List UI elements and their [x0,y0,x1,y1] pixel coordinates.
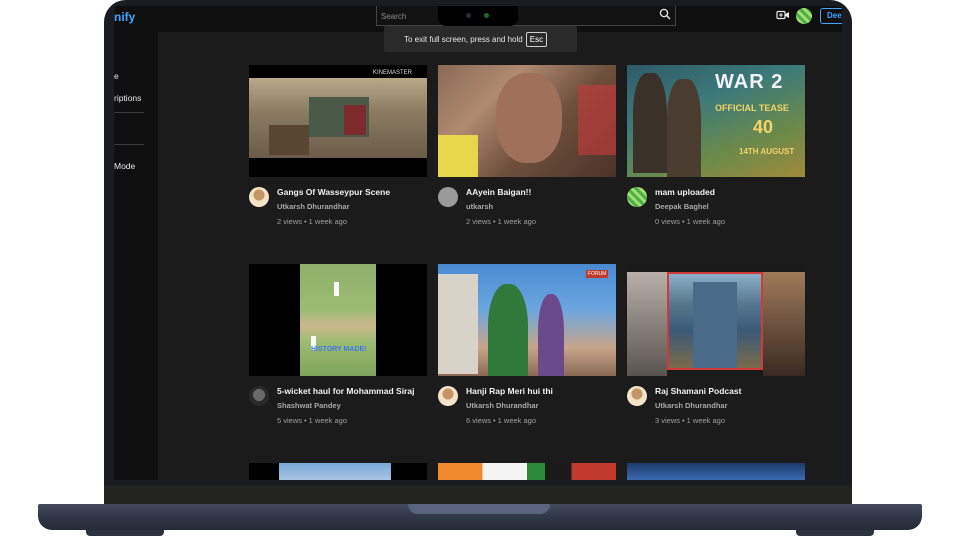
thumbnail-watermark: KINEMASTER [373,70,413,76]
sign-in-button[interactable]: Dee [820,8,842,24]
view-count: 2 views [466,217,492,226]
view-count: 3 views [655,416,681,425]
channel-name[interactable]: utkarsh [466,202,493,211]
upload-age: 1 week ago [497,217,537,226]
view-count: 6 views [466,416,492,425]
channel-avatar[interactable] [249,187,269,207]
thumbnail-logo: FORUM [586,270,609,278]
video-meta: 0 views • 1 week ago [655,217,726,226]
channel-avatar[interactable] [627,386,647,406]
camera-notch [438,6,518,26]
search-bar[interactable] [376,6,676,26]
laptop-foot [86,530,164,536]
sidebar-divider [114,144,144,145]
video-thumbnail[interactable]: WAR 2 OFFICIAL TEASE 40 14TH AUGUST [627,65,805,177]
channel-name[interactable]: Utkarsh Dhurandhar [466,401,539,410]
view-count: 5 views [277,416,303,425]
video-meta: 3 views • 1 week ago [655,416,726,425]
app-logo[interactable]: nify [114,10,135,24]
upload-age: 1 week ago [308,416,348,425]
sidebar-item-home[interactable]: e [114,71,119,81]
channel-avatar[interactable] [438,187,458,207]
video-title[interactable]: Raj Shamani Podcast [655,386,741,396]
video-title[interactable]: 5-wicket haul for Mohammad Siraj [277,386,414,396]
fullscreen-exit-tooltip: To exit full screen, press and hold Esc [384,26,577,52]
upload-age: 1 week ago [686,217,726,226]
video-thumbnail[interactable] [627,264,805,376]
video-title[interactable]: AAyein Baigan!! [466,187,531,197]
esc-key-badge: Esc [525,31,548,47]
sidebar-item-subscriptions[interactable]: riptions [114,93,141,103]
sidebar-item-mode[interactable]: Mode [114,161,135,171]
search-icon[interactable] [659,8,671,20]
camera-lens-icon [466,13,471,18]
laptop-base-notch [408,504,550,514]
upload-age: 1 week ago [686,416,726,425]
laptop-chin [104,486,852,504]
video-thumbnail[interactable] [438,463,616,480]
channel-name[interactable]: Deepak Baghel [655,202,709,211]
video-thumbnail[interactable]: KINEMASTER [249,65,427,177]
sidebar-divider [114,112,144,113]
video-meta: 2 views • 1 week ago [277,217,348,226]
view-count: 0 views [655,217,681,226]
upload-age: 1 week ago [497,416,537,425]
thumbnail-subtitle: OFFICIAL TEASE [715,103,789,113]
thumbnail-caption: HISTORY MADE! [311,346,367,353]
laptop-screen: e riptions Mode nify Dee To exit full sc… [114,6,842,480]
thumbnail-badge: 40 [753,117,774,137]
laptop-foot [796,530,874,536]
thumbnail-title: WAR 2 [715,71,784,93]
video-thumbnail[interactable] [249,463,427,480]
user-avatar[interactable] [796,8,812,24]
video-title[interactable]: mam uploaded [655,187,715,197]
channel-name[interactable]: Shashwat Pandey [277,401,341,410]
view-count: 2 views [277,217,303,226]
camera-indicator-icon [484,13,489,18]
video-meta: 2 views • 1 week ago [466,217,537,226]
video-thumbnail[interactable]: FORUM [438,264,616,376]
video-title[interactable]: Hanji Rap Meri hui thi [466,386,553,396]
fullscreen-tip-text: To exit full screen, press and hold [404,34,523,44]
video-title[interactable]: Gangs Of Wasseypur Scene [277,187,390,197]
channel-name[interactable]: Utkarsh Dhurandhar [277,202,350,211]
channel-avatar[interactable] [249,386,269,406]
upload-age: 1 week ago [308,217,348,226]
video-meta: 6 views • 1 week ago [466,416,537,425]
video-thumbnail[interactable]: HISTORY MADE! [249,264,427,376]
video-thumbnail[interactable] [438,65,616,177]
upload-video-icon[interactable] [776,10,790,20]
sidebar: e riptions Mode [114,28,158,480]
video-meta: 5 views • 1 week ago [277,416,348,425]
channel-avatar[interactable] [438,386,458,406]
thumbnail-date: 14TH AUGUST [739,147,795,156]
channel-name[interactable]: Utkarsh Dhurandhar [655,401,728,410]
video-thumbnail[interactable] [627,463,805,480]
channel-avatar[interactable] [627,187,647,207]
